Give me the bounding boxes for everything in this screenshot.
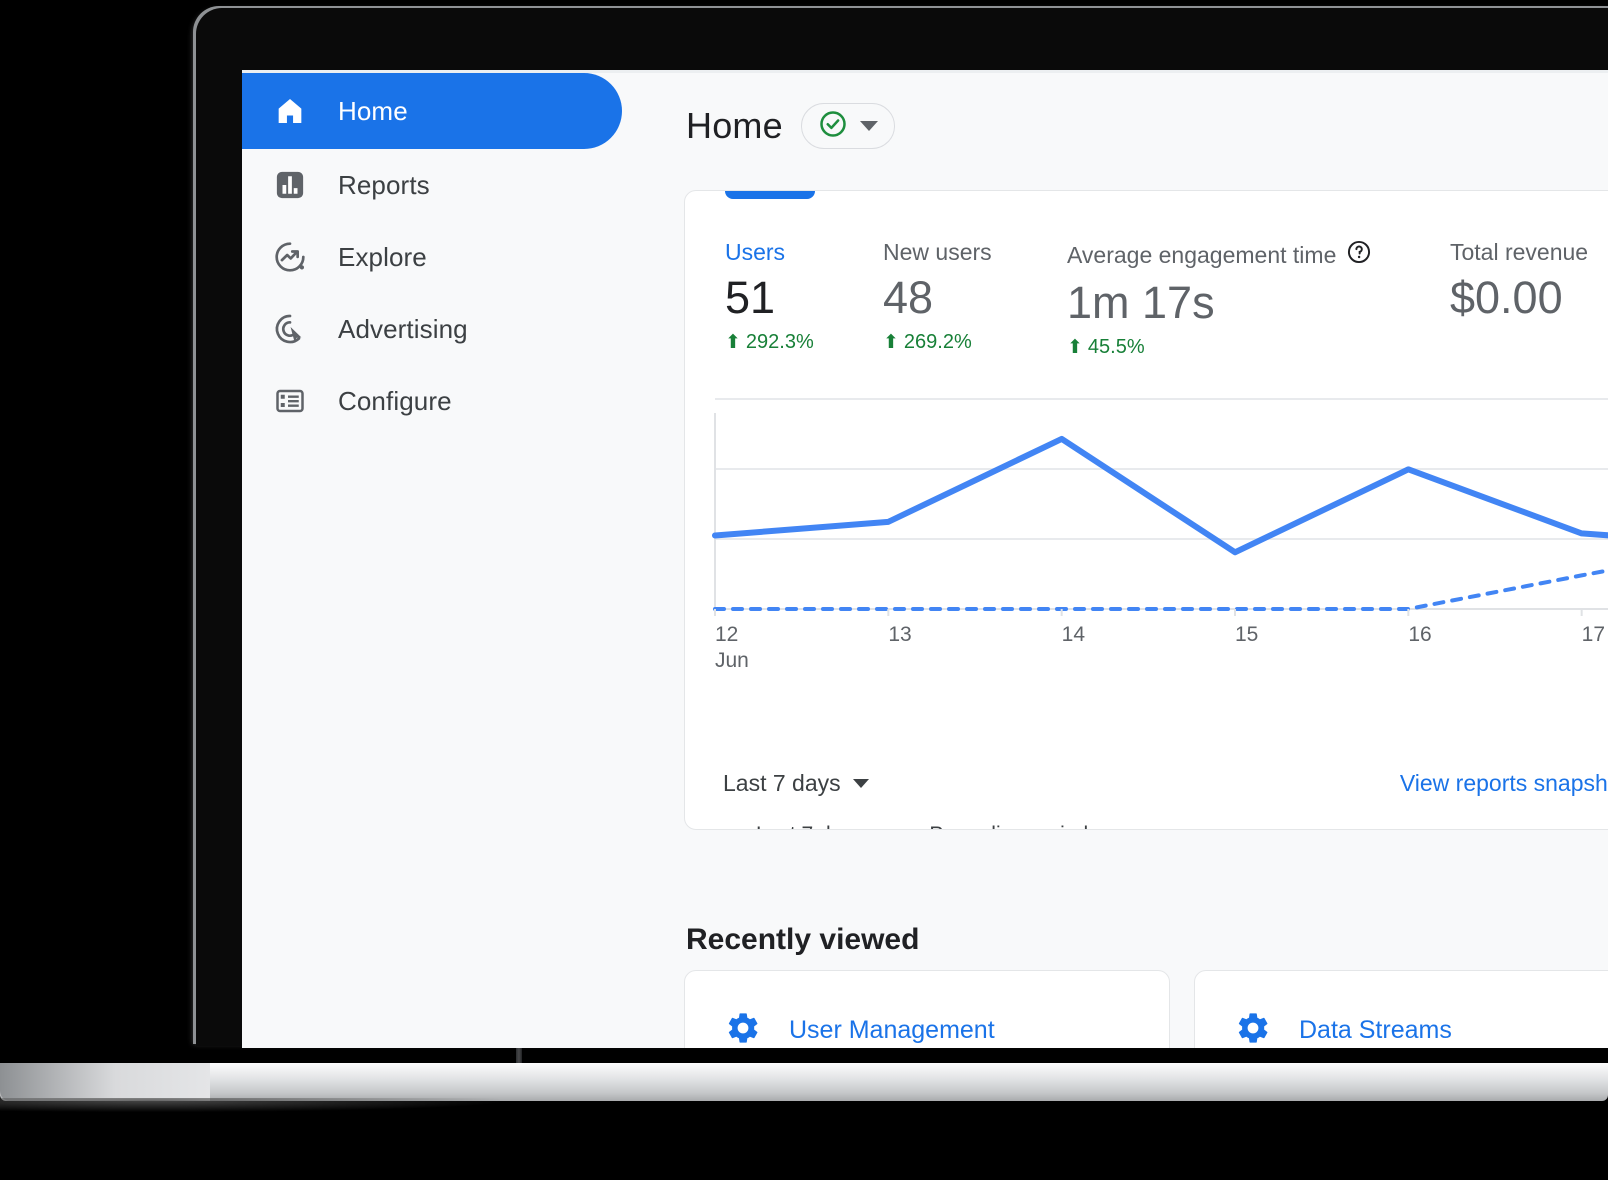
help-icon[interactable] <box>1346 239 1372 271</box>
arrow-up-icon: ⬆ <box>883 332 899 354</box>
sidebar-item-home[interactable]: Home <box>242 73 622 149</box>
svg-text:12: 12 <box>715 623 738 646</box>
metric-delta: ⬆ 45.5% <box>1067 336 1450 359</box>
metric-value: 51 <box>725 272 776 323</box>
svg-text:Jun: Jun <box>715 649 749 672</box>
chevron-down-icon <box>852 778 869 788</box>
recently-viewed-card-user-management[interactable]: User Management <box>684 970 1170 1048</box>
explore-icon <box>272 239 308 275</box>
sidebar-item-label: Home <box>338 95 408 126</box>
advertising-icon <box>272 311 308 347</box>
metric-total-revenue[interactable]: Total revenue $0.00 <box>1450 239 1588 359</box>
sidebar-item-explore[interactable]: Explore <box>242 221 682 293</box>
metric-value: 1m 17s <box>1067 277 1215 328</box>
recently-viewed-cards: User Management Data Streams <box>684 970 1608 1048</box>
metric-average-engagement-time[interactable]: Average engagement time 1m 17s ⬆ 45.5% <box>1067 239 1450 359</box>
sidebar-item-label: Configure <box>338 385 452 416</box>
chevron-down-icon <box>859 121 878 131</box>
gear-icon <box>725 1010 761 1049</box>
sidebar-navigation: Home Reports Explore Advertising Configu… <box>242 73 682 1048</box>
svg-text:16: 16 <box>1408 623 1431 646</box>
check-circle-icon <box>818 109 848 144</box>
recently-viewed-heading: Recently viewed <box>686 922 920 956</box>
metric-delta: ⬆ 292.3% <box>725 331 883 354</box>
recently-viewed-card-label: User Management <box>789 1015 995 1044</box>
metric-value: 48 <box>883 272 934 323</box>
metric-new-users[interactable]: New users 48 ⬆ 269.2% <box>883 239 1067 359</box>
metric-delta-value: 292.3% <box>745 331 814 354</box>
sidebar-item-label: Reports <box>338 169 430 200</box>
page-title: Home <box>686 105 783 146</box>
home-icon <box>272 93 308 129</box>
reports-icon <box>272 167 308 203</box>
arrow-up-icon: ⬆ <box>725 332 741 354</box>
metric-label: Average engagement time <box>1067 239 1450 271</box>
metric-delta-value: 45.5% <box>1087 336 1145 359</box>
gear-icon <box>1235 1010 1271 1049</box>
svg-text:13: 13 <box>888 623 911 646</box>
view-reports-link[interactable]: View reports snapshot <box>1400 770 1608 797</box>
chart-canvas: 12 13 14 15 16 17 Jun <box>712 398 1608 672</box>
selected-metric-indicator <box>725 191 815 199</box>
sidebar-item-advertising[interactable]: Advertising <box>242 293 682 365</box>
metric-delta: ⬆ 269.2% <box>883 331 1067 354</box>
sidebar-item-configure[interactable]: Configure <box>242 365 682 437</box>
svg-text:17: 17 <box>1582 623 1605 646</box>
account-status-chip[interactable] <box>800 103 895 149</box>
sidebar-item-label: Advertising <box>338 313 468 344</box>
svg-text:15: 15 <box>1235 623 1258 646</box>
metric-users[interactable]: Users 51 ⬆ 292.3% <box>725 239 883 359</box>
laptop-base <box>0 1063 1608 1101</box>
metric-label: New users <box>883 239 992 265</box>
sidebar-item-label: Explore <box>338 241 427 272</box>
recently-viewed-card-label: Data Streams <box>1299 1015 1452 1044</box>
metric-value: $0.00 <box>1450 272 1563 323</box>
overview-card: Users 51 ⬆ 292.3% New users 48 ⬆ 269.2% <box>684 190 1608 830</box>
overview-card-footer: Last 7 days View reports snapshot <box>685 737 1608 829</box>
arrow-up-icon: ⬆ <box>1067 337 1083 359</box>
metric-label: Total revenue <box>1450 239 1589 265</box>
configure-icon <box>272 383 308 419</box>
date-range-label: Last 7 days <box>723 769 841 796</box>
users-trend-chart: 12 13 14 15 16 17 Jun <box>685 381 1608 681</box>
recently-viewed-card-data-streams[interactable]: Data Streams <box>1194 970 1608 1048</box>
page-header: Home <box>682 73 1608 149</box>
metric-label: Users <box>725 239 786 265</box>
date-range-selector[interactable]: Last 7 days <box>723 770 869 797</box>
sidebar-item-reports[interactable]: Reports <box>242 149 682 221</box>
svg-text:14: 14 <box>1062 623 1086 646</box>
metrics-row: Users 51 ⬆ 292.3% New users 48 ⬆ 269.2% <box>725 239 1588 359</box>
main-content: Home Users 51 ⬆ 292.3% New users 48 ⬆ 26… <box>682 73 1608 1048</box>
laptop-shadow <box>0 1098 500 1112</box>
metric-label-text: Average engagement time <box>1067 241 1337 268</box>
analytics-app-screen: Home Reports Explore Advertising Configu… <box>242 70 1608 1048</box>
metric-delta-value: 269.2% <box>903 331 972 354</box>
